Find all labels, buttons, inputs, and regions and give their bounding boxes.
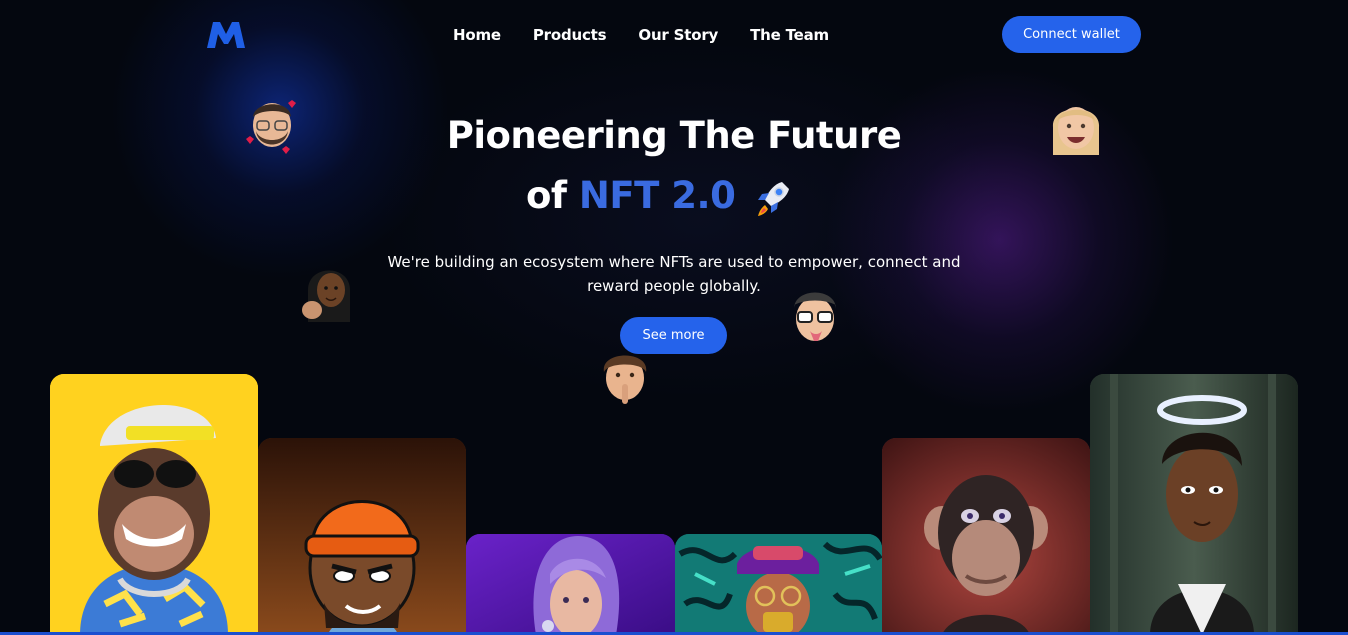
nft-ape-cap-image [50,374,258,635]
memoji-shush-icon [603,355,647,404]
memoji-hijab-icon [302,270,350,322]
nav-our-story[interactable]: Our Story [638,26,718,44]
connect-wallet-button[interactable]: Connect wallet [1002,16,1141,53]
memoji-hearts-icon [246,100,296,154]
nft-card-graffiti[interactable] [675,534,882,635]
hero-title-line2: of NFT 2.0 [526,174,736,217]
hero-title-accent: NFT 2.0 [578,174,736,217]
nft-halo-image [1090,374,1298,635]
hero-title: Pioneering The Future [446,114,902,157]
m-logo-icon[interactable] [206,20,246,50]
memoji-glasses-icon [794,292,836,341]
nft-card-purple-hair[interactable] [466,534,675,635]
hero-subtitle: We're building an ecosystem where NFTs a… [387,253,961,295]
hero-title-prefix: of [526,174,567,217]
nav-products[interactable]: Products [533,26,607,44]
nft-card-halo[interactable] [1090,374,1298,635]
nft-purple-hair-image [466,534,675,635]
nav-home[interactable]: Home [453,26,501,44]
nft-card-beanie[interactable] [258,438,466,635]
nav-the-team[interactable]: The Team [750,26,829,44]
nft-ape-red-image [882,438,1090,635]
nft-graffiti-image [675,534,882,635]
main-nav: Home Products Our Story The Team [453,26,829,44]
memoji-blonde-icon [1052,107,1100,155]
rocket-icon [758,182,789,216]
nft-beanie-image [258,438,466,635]
nft-card-ape-red[interactable] [882,438,1090,635]
nft-card-ape-cap[interactable] [50,374,258,635]
